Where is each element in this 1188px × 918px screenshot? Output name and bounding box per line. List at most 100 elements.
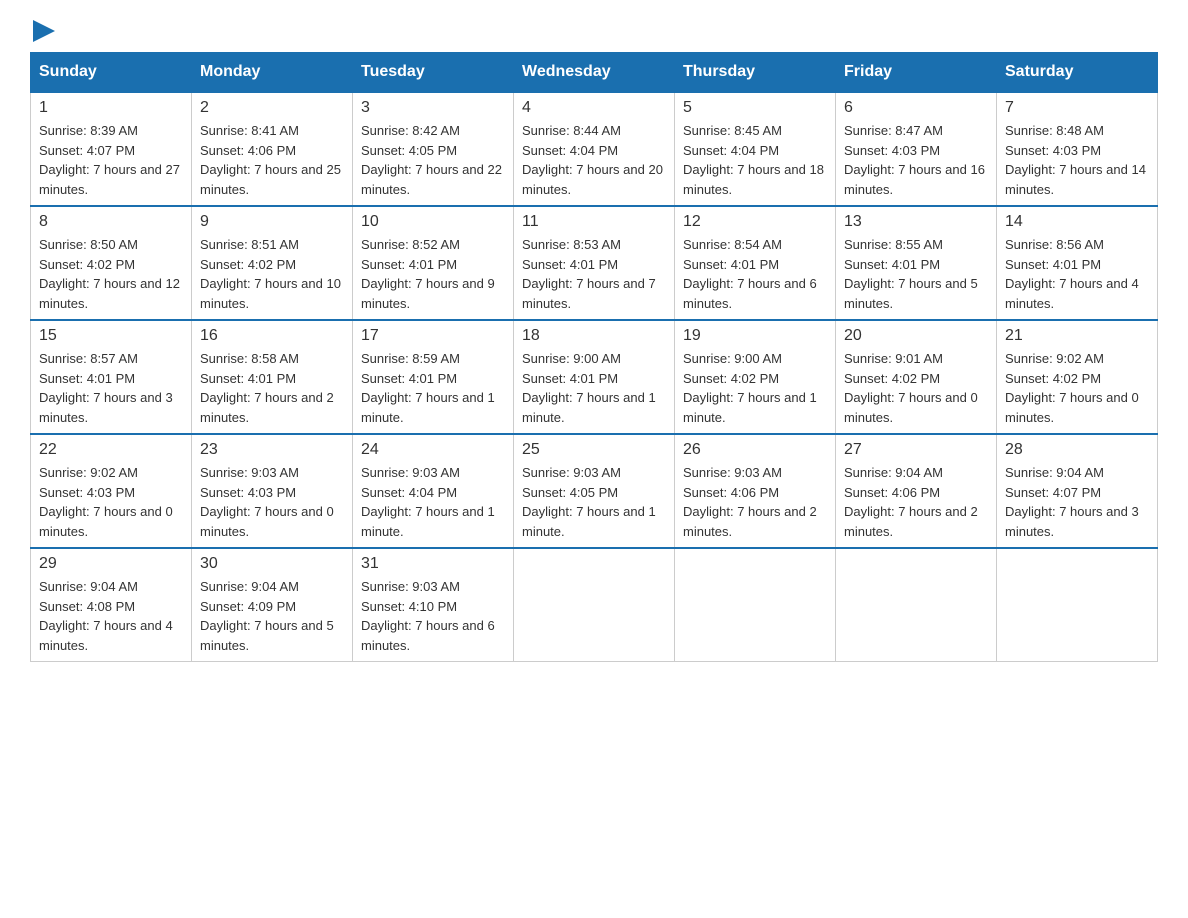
calendar-cell xyxy=(997,548,1158,662)
calendar-cell: 16 Sunrise: 8:58 AMSunset: 4:01 PMDayligh… xyxy=(192,320,353,434)
calendar-header-sunday: Sunday xyxy=(31,53,192,93)
calendar-cell: 14 Sunrise: 8:56 AMSunset: 4:01 PMDayligh… xyxy=(997,206,1158,320)
day-info: Sunrise: 9:03 AMSunset: 4:05 PMDaylight:… xyxy=(522,463,666,541)
day-number: 23 xyxy=(200,441,344,459)
day-info: Sunrise: 8:58 AMSunset: 4:01 PMDaylight:… xyxy=(200,349,344,427)
day-info: Sunrise: 9:03 AMSunset: 4:06 PMDaylight:… xyxy=(683,463,827,541)
day-number: 5 xyxy=(683,99,827,117)
day-info: Sunrise: 9:04 AMSunset: 4:09 PMDaylight:… xyxy=(200,577,344,655)
day-number: 1 xyxy=(39,99,183,117)
calendar-week-row: 22 Sunrise: 9:02 AMSunset: 4:03 PMDayligh… xyxy=(31,434,1158,548)
day-info: Sunrise: 9:03 AMSunset: 4:03 PMDaylight:… xyxy=(200,463,344,541)
day-info: Sunrise: 8:53 AMSunset: 4:01 PMDaylight:… xyxy=(522,235,666,313)
calendar-header-row: SundayMondayTuesdayWednesdayThursdayFrid… xyxy=(31,53,1158,93)
day-info: Sunrise: 8:44 AMSunset: 4:04 PMDaylight:… xyxy=(522,121,666,199)
day-number: 14 xyxy=(1005,213,1149,231)
calendar-cell: 25 Sunrise: 9:03 AMSunset: 4:05 PMDayligh… xyxy=(514,434,675,548)
calendar-cell: 5 Sunrise: 8:45 AMSunset: 4:04 PMDaylight… xyxy=(675,92,836,206)
day-info: Sunrise: 8:54 AMSunset: 4:01 PMDaylight:… xyxy=(683,235,827,313)
calendar-cell: 15 Sunrise: 8:57 AMSunset: 4:01 PMDayligh… xyxy=(31,320,192,434)
day-info: Sunrise: 9:02 AMSunset: 4:03 PMDaylight:… xyxy=(39,463,183,541)
day-info: Sunrise: 8:48 AMSunset: 4:03 PMDaylight:… xyxy=(1005,121,1149,199)
calendar-cell: 13Sunrise: 8:55 AMSunset: 4:01 PMDayligh… xyxy=(836,206,997,320)
day-number: 7 xyxy=(1005,99,1149,117)
calendar-cell: 1 Sunrise: 8:39 AMSunset: 4:07 PMDaylight… xyxy=(31,92,192,206)
calendar-cell: 21Sunrise: 9:02 AMSunset: 4:02 PMDayligh… xyxy=(997,320,1158,434)
day-number: 4 xyxy=(522,99,666,117)
calendar-cell: 7 Sunrise: 8:48 AMSunset: 4:03 PMDaylight… xyxy=(997,92,1158,206)
calendar-cell: 12 Sunrise: 8:54 AMSunset: 4:01 PMDayligh… xyxy=(675,206,836,320)
calendar-cell: 17 Sunrise: 8:59 AMSunset: 4:01 PMDayligh… xyxy=(353,320,514,434)
day-number: 31 xyxy=(361,555,505,573)
calendar-cell: 6 Sunrise: 8:47 AMSunset: 4:03 PMDaylight… xyxy=(836,92,997,206)
calendar-week-row: 29Sunrise: 9:04 AMSunset: 4:08 PMDayligh… xyxy=(31,548,1158,662)
calendar-header-thursday: Thursday xyxy=(675,53,836,93)
calendar-cell: 9Sunrise: 8:51 AMSunset: 4:02 PMDaylight… xyxy=(192,206,353,320)
day-info: Sunrise: 9:04 AMSunset: 4:08 PMDaylight:… xyxy=(39,577,183,655)
day-info: Sunrise: 9:03 AMSunset: 4:10 PMDaylight:… xyxy=(361,577,505,655)
calendar-cell: 23 Sunrise: 9:03 AMSunset: 4:03 PMDayligh… xyxy=(192,434,353,548)
day-number: 18 xyxy=(522,327,666,345)
day-number: 17 xyxy=(361,327,505,345)
day-info: Sunrise: 8:39 AMSunset: 4:07 PMDaylight:… xyxy=(39,121,183,199)
calendar-cell: 26 Sunrise: 9:03 AMSunset: 4:06 PMDayligh… xyxy=(675,434,836,548)
day-info: Sunrise: 8:41 AMSunset: 4:06 PMDaylight:… xyxy=(200,121,344,199)
logo xyxy=(30,20,56,42)
calendar-header-wednesday: Wednesday xyxy=(514,53,675,93)
calendar-cell: 18 Sunrise: 9:00 AMSunset: 4:01 PMDayligh… xyxy=(514,320,675,434)
day-number: 26 xyxy=(683,441,827,459)
day-number: 2 xyxy=(200,99,344,117)
calendar-cell: 11 Sunrise: 8:53 AMSunset: 4:01 PMDayligh… xyxy=(514,206,675,320)
day-info: Sunrise: 9:00 AMSunset: 4:02 PMDaylight:… xyxy=(683,349,827,427)
day-number: 20 xyxy=(844,327,988,345)
calendar-week-row: 15 Sunrise: 8:57 AMSunset: 4:01 PMDayligh… xyxy=(31,320,1158,434)
calendar-header-tuesday: Tuesday xyxy=(353,53,514,93)
day-number: 22 xyxy=(39,441,183,459)
day-info: Sunrise: 9:00 AMSunset: 4:01 PMDaylight:… xyxy=(522,349,666,427)
day-number: 24 xyxy=(361,441,505,459)
day-info: Sunrise: 8:59 AMSunset: 4:01 PMDaylight:… xyxy=(361,349,505,427)
day-info: Sunrise: 9:02 AMSunset: 4:02 PMDaylight:… xyxy=(1005,349,1149,427)
calendar-cell: 19 Sunrise: 9:00 AMSunset: 4:02 PMDayligh… xyxy=(675,320,836,434)
day-number: 19 xyxy=(683,327,827,345)
day-info: Sunrise: 8:51 AMSunset: 4:02 PMDaylight:… xyxy=(200,235,344,313)
day-number: 11 xyxy=(522,213,666,231)
day-number: 28 xyxy=(1005,441,1149,459)
day-info: Sunrise: 8:42 AMSunset: 4:05 PMDaylight:… xyxy=(361,121,505,199)
calendar-cell xyxy=(836,548,997,662)
day-info: Sunrise: 8:47 AMSunset: 4:03 PMDaylight:… xyxy=(844,121,988,199)
calendar-cell: 29Sunrise: 9:04 AMSunset: 4:08 PMDayligh… xyxy=(31,548,192,662)
page-header xyxy=(30,20,1158,42)
day-number: 16 xyxy=(200,327,344,345)
day-info: Sunrise: 9:04 AMSunset: 4:07 PMDaylight:… xyxy=(1005,463,1149,541)
calendar-week-row: 8Sunrise: 8:50 AMSunset: 4:02 PMDaylight… xyxy=(31,206,1158,320)
calendar-cell: 2 Sunrise: 8:41 AMSunset: 4:06 PMDaylight… xyxy=(192,92,353,206)
day-number: 13 xyxy=(844,213,988,231)
day-info: Sunrise: 8:45 AMSunset: 4:04 PMDaylight:… xyxy=(683,121,827,199)
day-number: 30 xyxy=(200,555,344,573)
logo-arrow-icon xyxy=(33,20,55,42)
day-number: 27 xyxy=(844,441,988,459)
day-number: 25 xyxy=(522,441,666,459)
calendar-header-saturday: Saturday xyxy=(997,53,1158,93)
calendar-table: SundayMondayTuesdayWednesdayThursdayFrid… xyxy=(30,52,1158,662)
calendar-cell: 24Sunrise: 9:03 AMSunset: 4:04 PMDayligh… xyxy=(353,434,514,548)
calendar-week-row: 1 Sunrise: 8:39 AMSunset: 4:07 PMDaylight… xyxy=(31,92,1158,206)
day-info: Sunrise: 8:57 AMSunset: 4:01 PMDaylight:… xyxy=(39,349,183,427)
day-info: Sunrise: 8:50 AMSunset: 4:02 PMDaylight:… xyxy=(39,235,183,313)
calendar-header-friday: Friday xyxy=(836,53,997,93)
calendar-cell: 28 Sunrise: 9:04 AMSunset: 4:07 PMDayligh… xyxy=(997,434,1158,548)
day-number: 10 xyxy=(361,213,505,231)
calendar-cell: 31 Sunrise: 9:03 AMSunset: 4:10 PMDayligh… xyxy=(353,548,514,662)
day-number: 3 xyxy=(361,99,505,117)
calendar-cell: 8Sunrise: 8:50 AMSunset: 4:02 PMDaylight… xyxy=(31,206,192,320)
calendar-cell xyxy=(675,548,836,662)
day-number: 12 xyxy=(683,213,827,231)
calendar-cell: 22 Sunrise: 9:02 AMSunset: 4:03 PMDayligh… xyxy=(31,434,192,548)
day-number: 15 xyxy=(39,327,183,345)
calendar-cell: 3 Sunrise: 8:42 AMSunset: 4:05 PMDaylight… xyxy=(353,92,514,206)
day-number: 6 xyxy=(844,99,988,117)
day-info: Sunrise: 8:56 AMSunset: 4:01 PMDaylight:… xyxy=(1005,235,1149,313)
calendar-cell: 4 Sunrise: 8:44 AMSunset: 4:04 PMDaylight… xyxy=(514,92,675,206)
calendar-cell: 10Sunrise: 8:52 AMSunset: 4:01 PMDayligh… xyxy=(353,206,514,320)
